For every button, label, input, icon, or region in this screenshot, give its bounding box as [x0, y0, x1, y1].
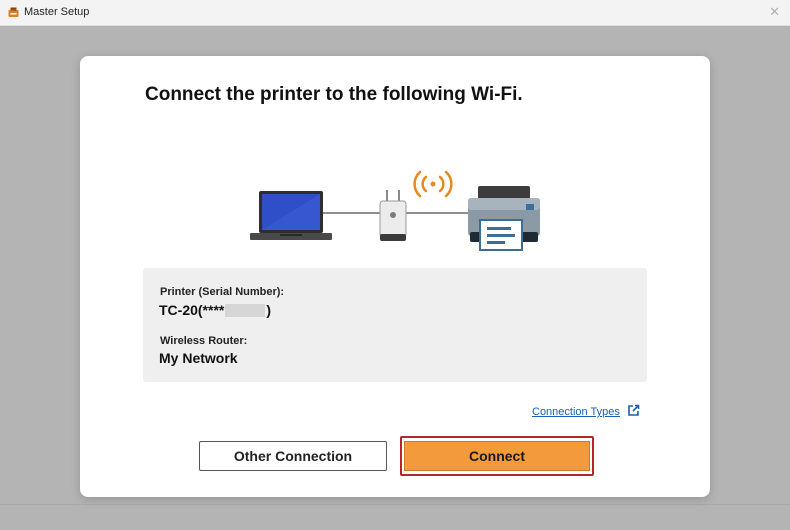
window-title: Master Setup [24, 6, 90, 18]
printer-serial-suffix: ) [266, 302, 272, 318]
wireless-router-icon [379, 190, 407, 241]
app-icon [8, 7, 19, 17]
close-icon[interactable]: ✕ [769, 4, 780, 20]
serial-redaction [225, 304, 266, 317]
connect-button[interactable]: Connect [404, 441, 590, 471]
setup-dialog: Connect the printer to the following Wi-… [80, 56, 710, 497]
connection-info-box: Printer (Serial Number): TC-20(****) Wir… [143, 268, 647, 382]
connection-illustration [250, 170, 540, 251]
printer-value: TC-20(****) [159, 302, 271, 318]
external-link-icon[interactable] [627, 404, 640, 417]
printer-serial-prefix: TC-20(**** [159, 302, 225, 318]
printer-label: Printer (Serial Number): [160, 286, 285, 298]
router-value: My Network [159, 350, 238, 366]
connection-types-link[interactable]: Connection Types [532, 406, 620, 418]
wifi-signal-icon [413, 170, 453, 198]
laptop-icon [250, 191, 332, 240]
router-label: Wireless Router: [160, 335, 248, 347]
background-divider [0, 504, 790, 505]
title-bar: Master Setup ✕ [0, 0, 790, 26]
other-connection-button[interactable]: Other Connection [199, 441, 387, 471]
dialog-heading: Connect the printer to the following Wi-… [145, 84, 523, 105]
printer-icon [468, 186, 540, 251]
